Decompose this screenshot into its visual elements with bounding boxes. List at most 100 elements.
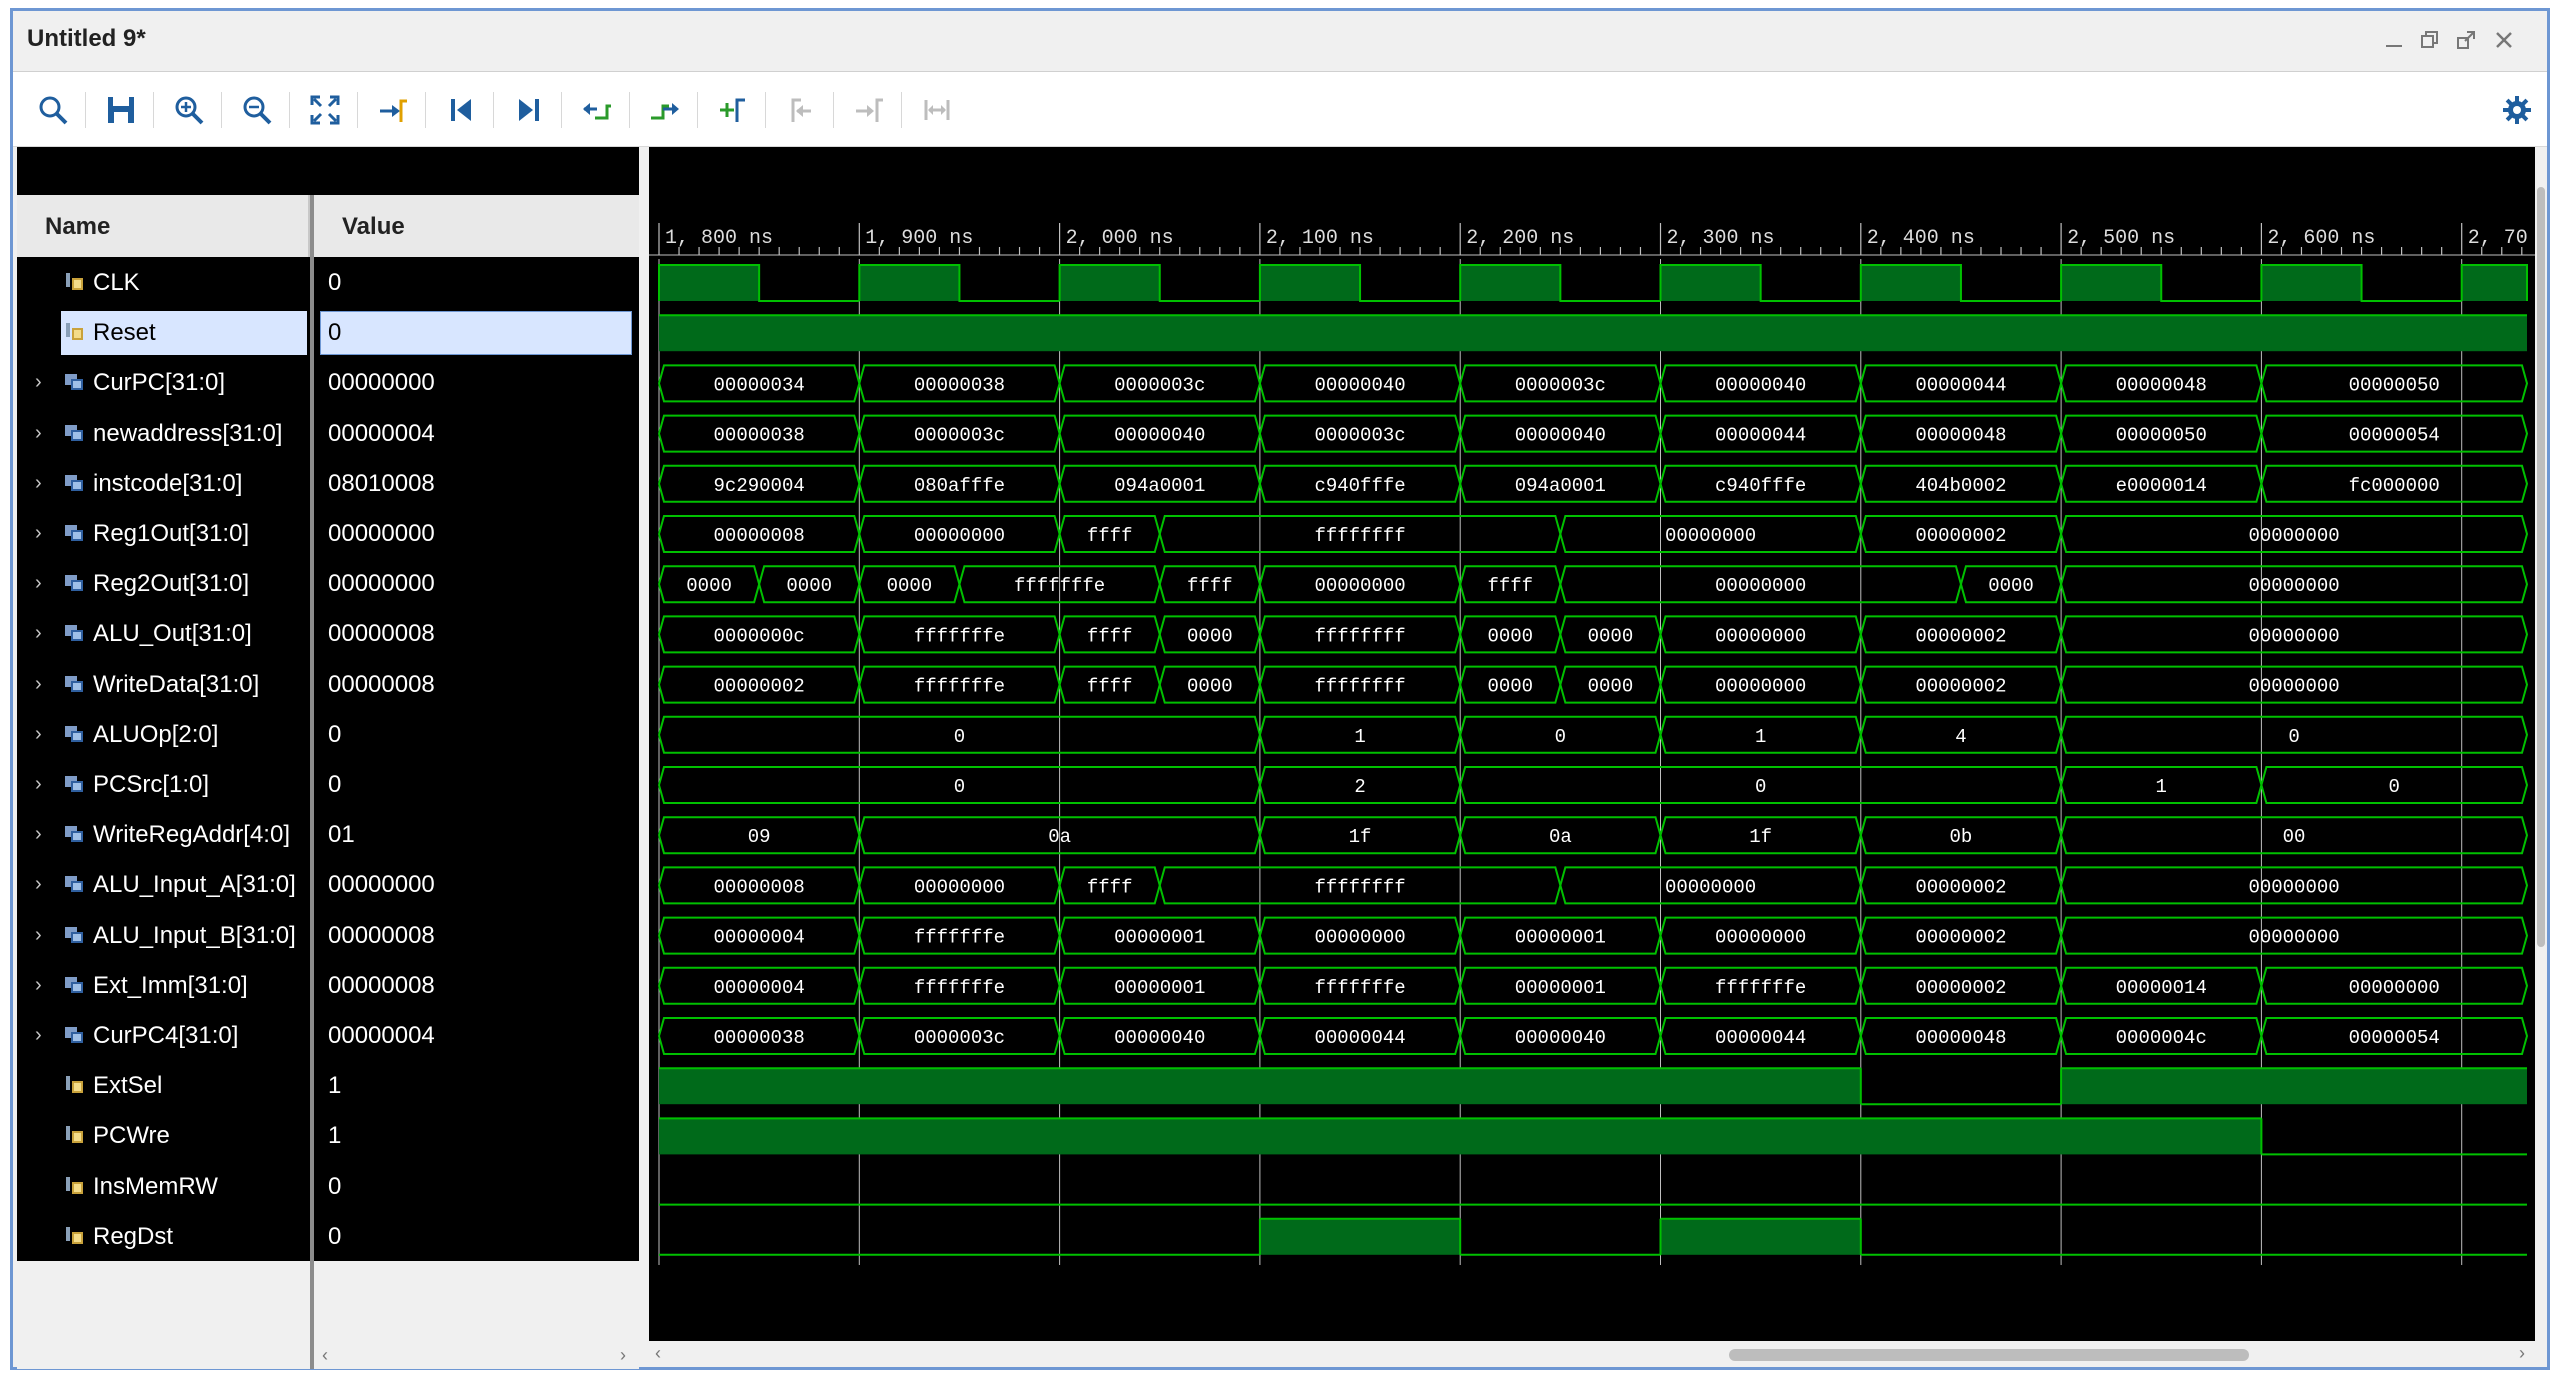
signal-value-row[interactable]: 00000000 (314, 558, 639, 608)
zoom-fit-button[interactable] (303, 88, 347, 132)
go-to-time-zero-button[interactable] (439, 88, 483, 132)
vertical-scroll-thumb[interactable] (2537, 187, 2545, 947)
expand-chevron-icon[interactable]: › (35, 924, 42, 947)
signal-value-row[interactable]: 0 (314, 257, 639, 307)
search-button[interactable] (31, 88, 75, 132)
close-button[interactable] (2487, 25, 2521, 55)
value-horizontal-scrollbar[interactable]: ‹ › (314, 1343, 639, 1369)
signal-row[interactable]: PCWre (17, 1110, 310, 1160)
add-marker-button[interactable] (711, 88, 755, 132)
signal-row[interactable]: ExtSel (17, 1060, 310, 1110)
signal-row[interactable]: InsMemRW (17, 1161, 310, 1211)
zoom-in-button[interactable] (167, 88, 211, 132)
horizontal-scroll-thumb[interactable] (1729, 1349, 2249, 1361)
signal-row[interactable]: › Reg2Out[31:0] (17, 558, 310, 608)
signal-value-row[interactable]: 1 (314, 1110, 639, 1160)
restore-button[interactable] (2413, 25, 2447, 55)
go-to-last-time-button[interactable] (507, 88, 551, 132)
horizontal-scrollbar[interactable]: ‹ › (649, 1341, 2535, 1367)
signal-value-row[interactable]: 00000008 (314, 960, 639, 1010)
signal-row[interactable]: › ALU_Input_B[31:0] (17, 910, 310, 960)
zoom-out-button[interactable] (235, 88, 279, 132)
expand-chevron-icon[interactable]: › (35, 371, 42, 394)
signal-value-row[interactable]: 00000008 (314, 659, 639, 709)
signal-row[interactable]: › CurPC4[31:0] (17, 1010, 310, 1060)
expand-chevron-icon[interactable]: › (35, 522, 42, 545)
expand-chevron-icon[interactable]: › (35, 974, 42, 997)
bus-value-label: 00000000 (2248, 927, 2339, 949)
selection-highlight (320, 311, 632, 355)
signal-value: 1 (328, 1122, 342, 1149)
next-marker-button[interactable] (847, 88, 891, 132)
expand-chevron-icon[interactable]: › (35, 723, 42, 746)
signal-value-row[interactable]: 00000000 (314, 859, 639, 909)
bus-value-label: fffffffe (1314, 977, 1405, 999)
signal-value-row[interactable]: 00000000 (314, 508, 639, 558)
bus-value-label: ffffffff (1314, 876, 1405, 898)
signal-value-row[interactable]: 00000008 (314, 910, 639, 960)
bus-value-label: 00000054 (2349, 425, 2440, 447)
vertical-scrollbar[interactable] (2535, 147, 2547, 1341)
bus-value-label: 00000002 (1915, 525, 2006, 547)
save-button[interactable] (99, 88, 143, 132)
signal-row[interactable]: › PCSrc[1:0] (17, 759, 310, 809)
expand-chevron-icon[interactable]: › (35, 773, 42, 796)
signal-row[interactable]: › CurPC[31:0] (17, 357, 310, 407)
settings-button[interactable] (2495, 88, 2539, 132)
signal-value-row[interactable]: 00000000 (314, 357, 639, 407)
signal-value-row[interactable]: 0 (314, 1161, 639, 1211)
bus-value-label: 0000 (1187, 676, 1233, 698)
timeline-label: 2, 100 ns (1266, 227, 1374, 250)
signal-row[interactable]: › WriteData[31:0] (17, 659, 310, 709)
go-to-cursor-button[interactable] (371, 88, 415, 132)
expand-chevron-icon[interactable]: › (35, 472, 42, 495)
signal-row[interactable]: Reset (17, 307, 310, 357)
signal-value-row[interactable]: 0 (314, 759, 639, 809)
bus-value-label: 0000 (1988, 575, 2034, 597)
timeline-label: 2, 600 ns (2267, 227, 2375, 250)
signal-value-row[interactable]: 00000008 (314, 608, 639, 658)
expand-chevron-icon[interactable]: › (35, 873, 42, 896)
signal-value: 00000008 (328, 922, 435, 949)
signal-value-row[interactable]: 0 (314, 709, 639, 759)
signal-row[interactable]: RegDst (17, 1211, 310, 1261)
next-transition-icon (651, 103, 679, 120)
expand-chevron-icon[interactable]: › (35, 572, 42, 595)
name-column-header[interactable]: Name (17, 195, 310, 257)
previous-transition-button[interactable] (575, 88, 619, 132)
signal-value-row[interactable]: 0 (314, 1211, 639, 1261)
signal-value-row[interactable]: 00000004 (314, 408, 639, 458)
signal-value: 0 (328, 269, 342, 296)
signal-row[interactable]: › ALU_Input_A[31:0] (17, 859, 310, 909)
signal-row[interactable]: › newaddress[31:0] (17, 408, 310, 458)
signal-row[interactable]: › ALUOp[2:0] (17, 709, 310, 759)
signal-name: CLK (93, 269, 140, 296)
signal-value-row[interactable]: 08010008 (314, 458, 639, 508)
expand-chevron-icon[interactable]: › (35, 622, 42, 645)
expand-chevron-icon[interactable]: › (35, 1024, 42, 1047)
signal-row[interactable]: › WriteRegAddr[4:0] (17, 809, 310, 859)
signal-row[interactable]: › ALU_Out[31:0] (17, 608, 310, 658)
signal-value-row[interactable]: 00000004 (314, 1010, 639, 1060)
previous-marker-button[interactable] (779, 88, 823, 132)
bus-value-label: 4 (1955, 726, 1966, 748)
minimize-icon (2386, 45, 2402, 47)
signal-row[interactable]: › Reg1Out[31:0] (17, 508, 310, 558)
minimize-button[interactable] (2377, 25, 2411, 55)
signal-row[interactable]: CLK (17, 257, 310, 307)
next-transition-button[interactable] (643, 88, 687, 132)
waveform-panel[interactable]: 1, 800 ns 1, 900 ns 2, 000 ns 2, 100 ns 2, 2… (649, 147, 2535, 1341)
signal-value-row[interactable]: 0 (314, 307, 639, 357)
expand-chevron-icon[interactable]: › (35, 823, 42, 846)
signal-value-row[interactable]: 1 (314, 1060, 639, 1110)
value-column-header[interactable]: Value (314, 195, 639, 257)
signal-row[interactable]: › instcode[31:0] (17, 458, 310, 508)
expand-chevron-icon[interactable]: › (35, 422, 42, 445)
waveform-canvas[interactable]: 1, 800 ns 1, 900 ns 2, 000 ns 2, 100 ns 2, 2… (649, 147, 2535, 1341)
signal-value-row[interactable]: 01 (314, 809, 639, 859)
swap-cursors-button[interactable] (915, 88, 959, 132)
float-button[interactable] (2449, 25, 2483, 55)
signal-row[interactable]: › Ext_Imm[31:0] (17, 960, 310, 1010)
expand-chevron-icon[interactable]: › (35, 673, 42, 696)
bus-value-label: 00000014 (2116, 977, 2207, 999)
